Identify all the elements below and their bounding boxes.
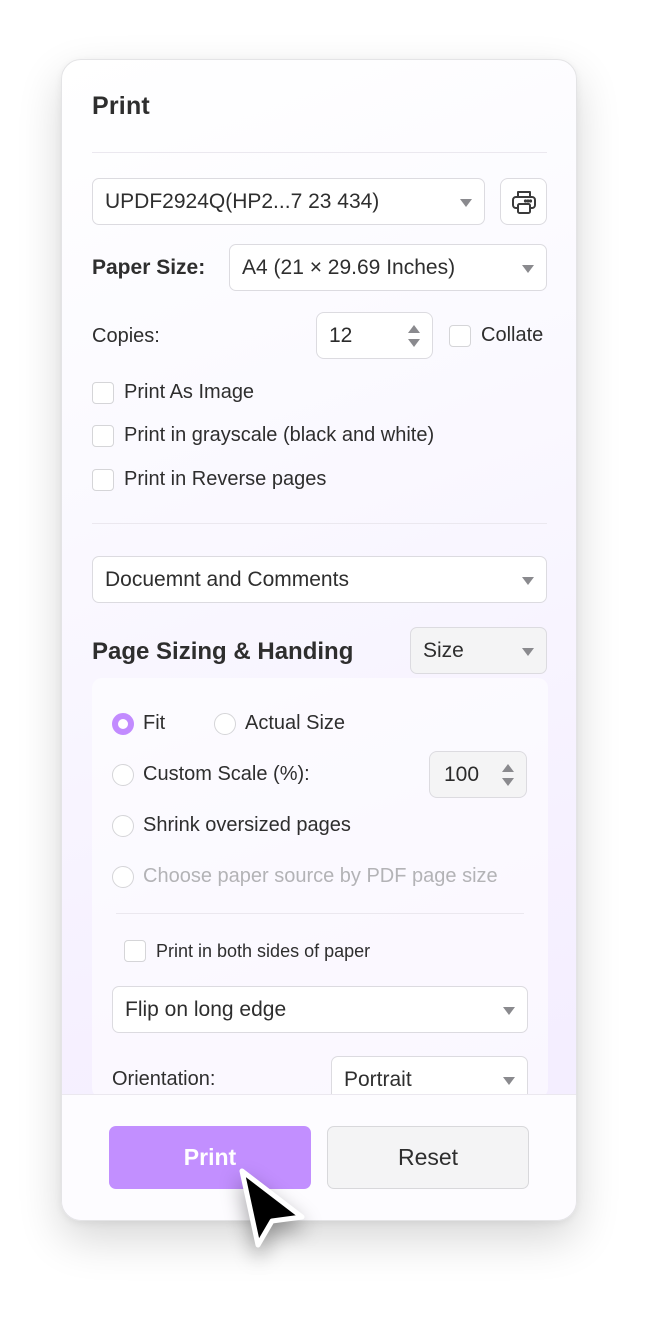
mouse-cursor-icon [239, 1168, 305, 1248]
stepper-arrows-icon[interactable] [502, 763, 514, 786]
paper-source-radio [112, 865, 134, 888]
printer-select[interactable]: UPDF2924Q(HP2...7 23 434) [92, 178, 485, 225]
actual-size-label: Actual Size [245, 712, 346, 734]
copies-value: 12 [329, 323, 353, 347]
custom-scale-radio-row[interactable]: Custom Scale (%): [112, 763, 310, 786]
stepper-arrows-icon[interactable] [408, 324, 420, 347]
printer-select-value: UPDF2924Q(HP2...7 23 434) [105, 189, 380, 213]
custom-scale-value: 100 [444, 762, 480, 786]
chevron-down-icon [522, 647, 534, 656]
reset-button[interactable]: Reset [327, 1126, 529, 1189]
content-select[interactable]: Docuemnt and Comments [92, 556, 547, 603]
print-as-image-row[interactable]: Print As Image [92, 381, 254, 404]
paper-source-label: Choose paper source by PDF page size [143, 865, 498, 887]
fit-label: Fit [143, 712, 166, 734]
options-divider [92, 523, 547, 524]
copies-label: Copies: [92, 325, 160, 347]
print-grayscale-label: Print in grayscale (black and white) [124, 424, 435, 446]
page-sizing-divider [116, 913, 524, 914]
duplex-checkbox-row[interactable]: Print in both sides of paper [124, 940, 370, 962]
custom-scale-radio[interactable] [112, 763, 134, 786]
orientation-select-value: Portrait [344, 1067, 412, 1091]
chevron-down-icon [522, 264, 534, 273]
shrink-label: Shrink oversized pages [143, 814, 351, 836]
flip-select[interactable]: Flip on long edge [112, 986, 528, 1033]
duplex-label: Print in both sides of paper [156, 940, 371, 961]
dialog-title: Print [92, 92, 150, 120]
actual-size-radio[interactable] [214, 712, 236, 735]
page-sizing-heading: Page Sizing & Handing [92, 638, 354, 665]
chevron-down-icon [522, 576, 534, 585]
print-reverse-row[interactable]: Print in Reverse pages [92, 468, 326, 491]
print-grayscale-row[interactable]: Print in grayscale (black and white) [92, 424, 434, 447]
printer-icon [511, 190, 536, 214]
custom-scale-label: Custom Scale (%): [143, 763, 310, 785]
paper-source-radio-row: Choose paper source by PDF page size [112, 865, 498, 888]
chevron-down-icon [503, 1076, 515, 1085]
shrink-radio[interactable] [112, 814, 134, 837]
page-sizing-mode-select[interactable]: Size [410, 627, 547, 674]
content-select-value: Docuemnt and Comments [105, 567, 349, 591]
print-as-image-checkbox[interactable] [92, 381, 114, 404]
fit-radio[interactable] [112, 712, 134, 735]
orientation-label: Orientation: [112, 1068, 216, 1090]
print-dialog: Print UPDF2924Q(HP2...7 23 434) Paper Si… [61, 59, 577, 1221]
page-sizing-panel [92, 678, 548, 1098]
print-as-image-label: Print As Image [124, 381, 255, 403]
print-reverse-checkbox[interactable] [92, 468, 114, 491]
fit-radio-row[interactable]: Fit [112, 712, 165, 735]
shrink-radio-row[interactable]: Shrink oversized pages [112, 814, 351, 837]
dialog-footer: Print Reset [62, 1094, 576, 1220]
chevron-down-icon [503, 1006, 515, 1015]
page-sizing-mode-value: Size [423, 638, 464, 662]
copies-stepper[interactable]: 12 [316, 312, 433, 359]
flip-select-value: Flip on long edge [125, 997, 287, 1021]
print-grayscale-checkbox[interactable] [92, 424, 114, 447]
paper-size-select[interactable]: A4 (21 × 29.69 Inches) [229, 244, 547, 291]
actual-size-radio-row[interactable]: Actual Size [214, 712, 345, 735]
chevron-down-icon [460, 198, 472, 207]
paper-size-value: A4 (21 × 29.69 Inches) [242, 255, 456, 279]
duplex-checkbox[interactable] [124, 940, 146, 962]
paper-size-label: Paper Size: [92, 256, 206, 279]
collate-label: Collate [481, 324, 544, 346]
printer-properties-button[interactable] [500, 178, 547, 225]
print-reverse-label: Print in Reverse pages [124, 468, 327, 490]
custom-scale-stepper[interactable]: 100 [429, 751, 527, 798]
title-divider [92, 152, 547, 153]
collate-checkbox[interactable] [449, 324, 471, 347]
collate-checkbox-row[interactable]: Collate [449, 324, 543, 347]
